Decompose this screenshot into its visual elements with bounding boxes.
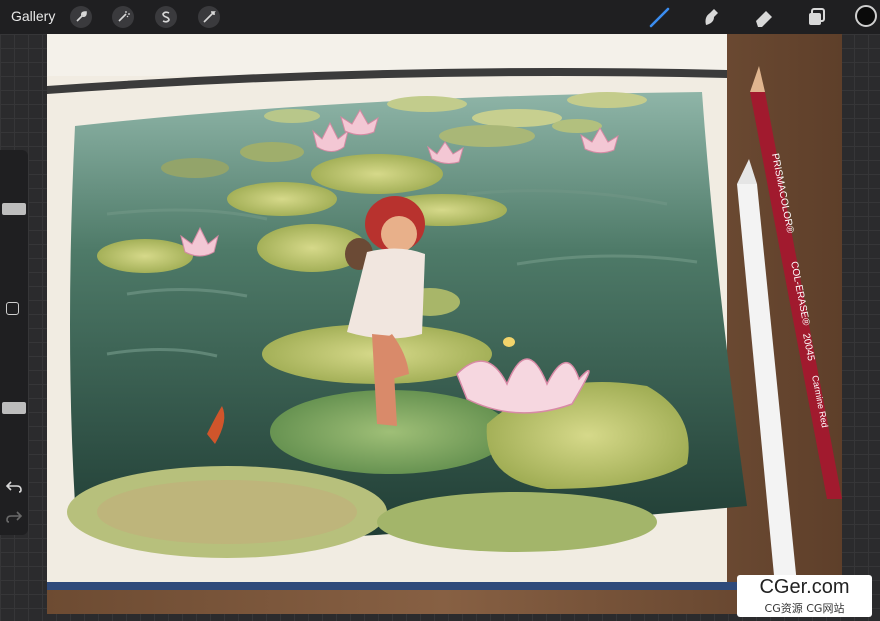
canvas-artwork[interactable]: PRISMACOLOR® COL-ERASE® 20045 Carmine Re…: [47, 34, 842, 614]
brush-icon: [649, 7, 670, 28]
redo-icon: [6, 511, 23, 523]
brush-size-slider[interactable]: [0, 150, 28, 280]
color-picker-button[interactable]: [855, 5, 877, 27]
gallery-button[interactable]: Gallery: [11, 8, 55, 24]
magic-wand-icon: [118, 11, 130, 22]
wrench-icon: [76, 11, 87, 22]
adjustments-button[interactable]: [112, 6, 134, 28]
layers-icon: [809, 8, 825, 25]
transform-button[interactable]: [198, 6, 220, 28]
watermark-title: CGer.com: [759, 576, 850, 598]
selection-button[interactable]: [155, 6, 177, 28]
actions-button[interactable]: [70, 6, 92, 28]
modify-button[interactable]: [6, 302, 19, 315]
smudge-tool-button[interactable]: [700, 5, 724, 29]
redo-button[interactable]: [5, 510, 23, 524]
brush-tool-button[interactable]: [648, 5, 672, 29]
eraser-tool-button[interactable]: [752, 5, 776, 29]
undo-button[interactable]: [5, 480, 23, 494]
brush-size-handle[interactable]: [2, 203, 26, 216]
watermark-subtitle: CG资源 CG网站: [764, 602, 845, 615]
undo-icon: [5, 481, 22, 493]
eraser-icon: [756, 11, 772, 27]
top-toolbar: Gallery: [0, 0, 880, 34]
lily-pad-bottom-right: [377, 492, 657, 552]
opacity-slider[interactable]: [0, 325, 28, 455]
sketchbook-cover-edge: [47, 582, 747, 590]
artwork-svg: PRISMACOLOR® COL-ERASE® 20045 Carmine Re…: [47, 34, 842, 614]
opacity-handle[interactable]: [2, 401, 26, 414]
watermark: CGer.com CG资源 CG网站: [737, 575, 872, 617]
layers-button[interactable]: [805, 5, 829, 29]
selection-s-icon: [162, 11, 170, 23]
left-sidebar: [0, 150, 28, 535]
smudge-icon: [705, 9, 718, 25]
transform-arrow-icon: [203, 11, 216, 23]
